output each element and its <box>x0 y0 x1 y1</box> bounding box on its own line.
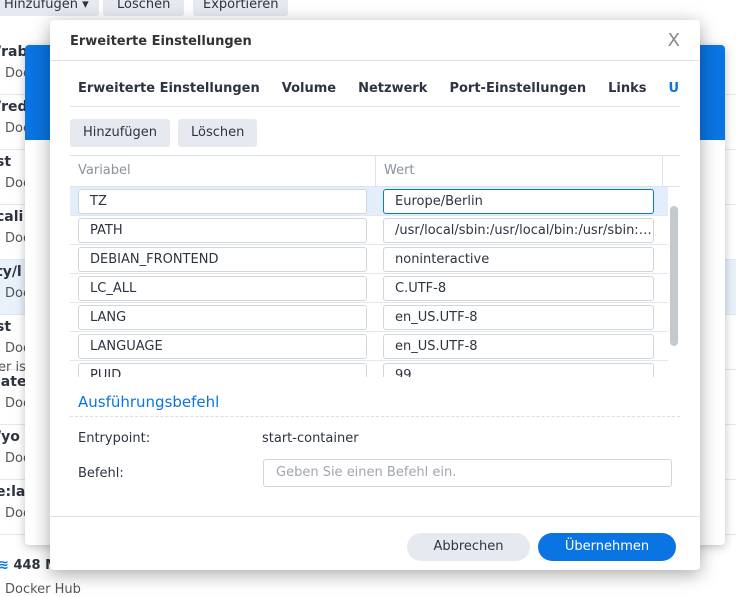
command-label: Befehl: <box>78 466 124 481</box>
column-header-value: Wert <box>384 163 415 178</box>
item-title: late <box>0 374 27 390</box>
tab-1[interactable]: Volume <box>282 81 336 96</box>
value-input[interactable]: C.UTF-8 <box>383 276 654 301</box>
section-title: Ausführungsbefehl <box>78 393 220 411</box>
apply-button[interactable]: Übernehmen <box>538 533 676 561</box>
item-title: /red <box>0 99 28 115</box>
close-icon[interactable]: X <box>668 30 680 51</box>
table-row[interactable]: LC_ALL C.UTF-8 <box>70 274 668 303</box>
scrollbar-thumb[interactable] <box>670 206 678 346</box>
column-divider <box>662 156 663 186</box>
advanced-settings-dialog: Erweiterte Einstellungen X Erweiterte Ei… <box>50 20 700 570</box>
variable-input[interactable]: TZ <box>78 189 367 214</box>
item-title: st <box>0 154 12 170</box>
dialog-title: Erweiterte Einstellungen <box>70 34 252 49</box>
dashed-divider <box>70 416 680 417</box>
divider <box>50 60 700 61</box>
tab-5[interactable]: Umgebung <box>669 81 681 96</box>
value-input[interactable]: Europe/Berlin <box>383 189 654 214</box>
toolbar: Hinzufügen ▾ Löschen Exportieren <box>0 0 736 18</box>
item-title: /rab <box>0 44 28 60</box>
table-row[interactable]: TZ Europe/Berlin <box>70 187 668 216</box>
add-dropdown-button[interactable]: Hinzufügen ▾ <box>0 0 99 16</box>
layers-icon: ≋ <box>0 558 9 573</box>
item-title: /yo <box>0 429 20 445</box>
item-title: ty/l <box>0 264 22 280</box>
table-row[interactable]: LANGUAGE en_US.UTF-8 <box>70 332 668 361</box>
export-button[interactable]: Exportieren <box>193 0 289 16</box>
add-variable-button[interactable]: Hinzufügen <box>70 119 170 147</box>
value-input[interactable]: 99 <box>383 363 654 377</box>
divider <box>50 516 700 517</box>
table-row[interactable]: PUID 99 <box>70 361 668 377</box>
item-title: st <box>0 319 12 335</box>
tab-3[interactable]: Port-Einstellungen <box>449 81 586 96</box>
variable-input[interactable]: PATH <box>78 218 367 243</box>
variable-input[interactable]: LANGUAGE <box>78 334 367 359</box>
value-input[interactable]: noninteractive <box>383 247 654 272</box>
scrollbar[interactable] <box>670 186 678 377</box>
tab-0[interactable]: Erweiterte Einstellungen <box>78 81 260 96</box>
delete-variable-button[interactable]: Löschen <box>178 119 258 147</box>
variable-input[interactable]: PUID <box>78 363 367 377</box>
column-header-variable: Variabel <box>78 163 131 178</box>
value-input[interactable]: en_US.UTF-8 <box>383 305 654 330</box>
command-input[interactable]: Geben Sie einen Befehl ein. <box>263 459 672 487</box>
variable-input[interactable]: LC_ALL <box>78 276 367 301</box>
value-input[interactable]: /usr/local/sbin:/usr/local/bin:/usr/sbin… <box>383 218 654 243</box>
delete-button[interactable]: Löschen <box>103 0 185 16</box>
table-row[interactable]: DEBIAN_FRONTEND noninteractive <box>70 245 668 274</box>
table-row[interactable]: PATH/usr/local/sbin:/usr/local/bin:/usr/… <box>70 216 668 245</box>
table-row[interactable]: LANG en_US.UTF-8 <box>70 303 668 332</box>
tab-4[interactable]: Links <box>608 81 646 96</box>
divider <box>70 106 680 107</box>
item-title: cali <box>0 209 24 225</box>
value-input[interactable]: en_US.UTF-8 <box>383 334 654 359</box>
environment-table: Variabel Wert TZ Europe/Berlin PATH/usr/lo… <box>70 155 680 377</box>
item-title: e:la <box>0 484 26 500</box>
variable-input[interactable]: LANG <box>78 305 367 330</box>
tab-2[interactable]: Netzwerk <box>358 81 427 96</box>
variable-input[interactable]: DEBIAN_FRONTEND <box>78 247 367 272</box>
entrypoint-label: Entrypoint: <box>78 431 151 446</box>
tab-bar: Erweiterte Einstellungen Volume Netzwerk Po… <box>78 81 680 96</box>
cancel-button[interactable]: Abbrechen <box>407 533 530 561</box>
entrypoint-value: start-container <box>262 431 359 446</box>
